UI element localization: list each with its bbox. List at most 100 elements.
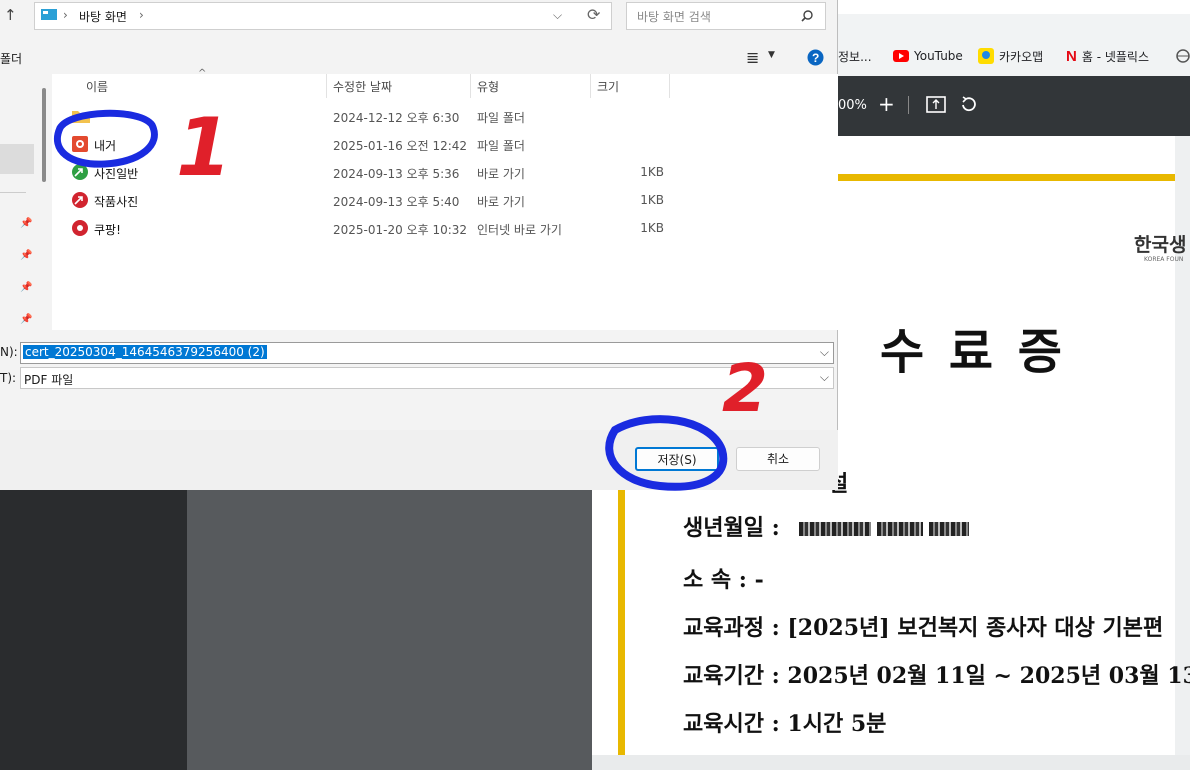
- navigation-pane: 📌 📌 📌 📌: [0, 74, 46, 330]
- certificate-logo: 한국생: [1134, 234, 1187, 256]
- file-type: 바로 가기: [477, 167, 525, 181]
- rotate-icon[interactable]: [958, 95, 978, 115]
- column-separator[interactable]: [590, 74, 591, 98]
- nav-folder-label[interactable]: 폴더: [0, 50, 22, 67]
- file-date: 2024-09-13 오후 5:40: [333, 195, 460, 209]
- netflix-icon: N: [1066, 47, 1077, 65]
- pin-icon[interactable]: 📌: [20, 314, 32, 325]
- pdf-toolbar: 00% +: [838, 76, 1190, 136]
- view-options-icon[interactable]: ≣: [746, 48, 759, 67]
- file-row[interactable]: 내거 2025-01-16 오전 12:42 파일 폴더: [72, 131, 692, 159]
- bookmark-item[interactable]: 정보...: [838, 42, 872, 70]
- save-button[interactable]: 저장(S): [635, 447, 719, 471]
- chevron-down-icon[interactable]: ⌵: [820, 370, 829, 385]
- toolbar-divider: [908, 96, 909, 114]
- refresh-icon[interactable]: ⟳: [587, 5, 600, 24]
- file-type: 바로 가기: [477, 195, 525, 209]
- pdf-bottom-strip: [592, 755, 1190, 770]
- file-date: 2025-01-20 오후 10:32: [333, 223, 468, 237]
- column-separator[interactable]: [669, 74, 670, 98]
- chevron-down-icon[interactable]: ⌵: [820, 345, 829, 360]
- column-header-name[interactable]: 이름: [86, 78, 108, 95]
- scrollbar-thumb[interactable]: [42, 88, 46, 182]
- youtube-icon: [893, 50, 909, 62]
- bookmark-label: YouTube: [914, 49, 963, 63]
- nav-selected-item[interactable]: [0, 144, 34, 174]
- file-size: 1KB: [640, 193, 664, 207]
- chevron-right-icon[interactable]: ›: [139, 8, 144, 22]
- chevron-down-icon[interactable]: ▼: [768, 50, 775, 60]
- cert-hours: 교육시간 : 1시간 5분: [683, 711, 887, 737]
- search-input[interactable]: 바탕 화면 검색: [626, 2, 826, 30]
- kakaomap-icon: [978, 48, 994, 64]
- svg-text:?: ?: [812, 51, 819, 65]
- column-header-date[interactable]: 수정한 날짜: [333, 78, 392, 95]
- zoom-level: 00%: [838, 98, 867, 113]
- filename-label: N):: [0, 345, 18, 359]
- file-type: 파일 폴더: [477, 139, 525, 153]
- cert-birth-row: 생년월일 :: [683, 510, 975, 542]
- desktop-icon: [41, 9, 57, 20]
- filetype-value: PDF 파일: [24, 373, 74, 387]
- background-dark-panel: [0, 490, 187, 770]
- internet-shortcut-icon: [72, 220, 88, 236]
- search-icon[interactable]: [801, 10, 813, 22]
- cert-course: 교육과정 : [2025년] 보건복지 종사자 대상 기본편: [683, 615, 1164, 641]
- cert-affiliation: 소 속 : -: [683, 567, 764, 593]
- column-header-size[interactable]: 크기: [597, 78, 619, 95]
- nav-divider: [0, 192, 26, 193]
- bookmark-label: 카카오맵: [999, 49, 1044, 64]
- filetype-label: T):: [0, 371, 17, 385]
- filename-value: cert_20250304_1464546379256400 (2): [23, 345, 267, 359]
- pin-icon[interactable]: 📌: [20, 282, 32, 293]
- file-size: 1KB: [640, 165, 664, 179]
- column-header-type[interactable]: 유형: [477, 78, 499, 95]
- cancel-button[interactable]: 취소: [736, 447, 820, 471]
- filename-field[interactable]: cert_20250304_1464546379256400 (2) ⌵: [20, 342, 834, 364]
- bookmark-globe[interactable]: [1176, 42, 1190, 70]
- file-size: 1KB: [640, 221, 664, 235]
- shortcut-icon: [72, 164, 88, 180]
- filetype-select[interactable]: PDF 파일 ⌵: [20, 367, 834, 389]
- file-row[interactable]: 사진일반 2024-09-13 오후 5:36 바로 가기 1KB: [72, 159, 692, 187]
- file-type: 인터넷 바로 가기: [477, 223, 562, 237]
- help-icon[interactable]: ?: [807, 49, 824, 66]
- browser-tabstrip: [838, 0, 1190, 14]
- file-row[interactable]: 작품사진 2024-09-13 오후 5:40 바로 가기 1KB: [72, 187, 692, 215]
- file-name: 작품사진: [94, 195, 139, 209]
- annotation-number-1: 1: [176, 101, 232, 194]
- redacted-value: [877, 522, 924, 536]
- up-arrow-icon[interactable]: ↑: [4, 6, 17, 24]
- breadcrumb[interactable]: 바탕 화면: [79, 8, 127, 25]
- chevron-right-icon: ›: [63, 8, 68, 22]
- app-folder-icon: [72, 136, 88, 152]
- file-row-partial[interactable]: 2024-12-12 오후 6:30 파일 폴더: [72, 103, 692, 131]
- background-gray-panel: [187, 490, 592, 770]
- fit-page-icon[interactable]: [926, 96, 946, 114]
- bookmark-youtube[interactable]: YouTube: [893, 42, 963, 70]
- bookmark-label: 정보...: [838, 49, 872, 64]
- column-separator[interactable]: [470, 74, 471, 98]
- pin-icon[interactable]: 📌: [20, 250, 32, 261]
- pin-icon[interactable]: 📌: [20, 218, 32, 229]
- chevron-down-icon[interactable]: ⌵: [553, 8, 562, 23]
- bookmark-kakaomap[interactable]: 카카오맵: [978, 42, 1043, 70]
- file-name: 내거: [94, 139, 117, 153]
- address-bar[interactable]: › 바탕 화면 › ⌵ ⟳: [34, 2, 612, 30]
- search-placeholder: 바탕 화면 검색: [637, 10, 711, 24]
- file-type: 파일 폴더: [477, 111, 525, 125]
- file-date: 2024-09-13 오후 5:36: [333, 167, 460, 181]
- file-date: 2025-01-16 오전 12:42: [333, 139, 468, 153]
- globe-icon: [1176, 49, 1190, 63]
- bookmark-netflix[interactable]: N 홈 - 넷플릭스: [1066, 42, 1149, 70]
- cert-birth-label: 생년월일 :: [683, 515, 780, 541]
- file-date: 2024-12-12 오후 6:30: [333, 111, 460, 125]
- annotation-number-2: 2: [722, 350, 768, 427]
- folder-icon: [72, 111, 90, 123]
- cert-period: 교육기간 : 2025년 02월 11일 ~ 2025년 03월 13일: [683, 663, 1190, 689]
- redacted-value: [929, 522, 970, 536]
- zoom-in-icon[interactable]: +: [878, 92, 895, 116]
- sort-up-icon: ^: [198, 68, 207, 79]
- file-row[interactable]: 쿠팡! 2025-01-20 오후 10:32 인터넷 바로 가기 1KB: [72, 215, 692, 243]
- column-separator[interactable]: [326, 74, 327, 98]
